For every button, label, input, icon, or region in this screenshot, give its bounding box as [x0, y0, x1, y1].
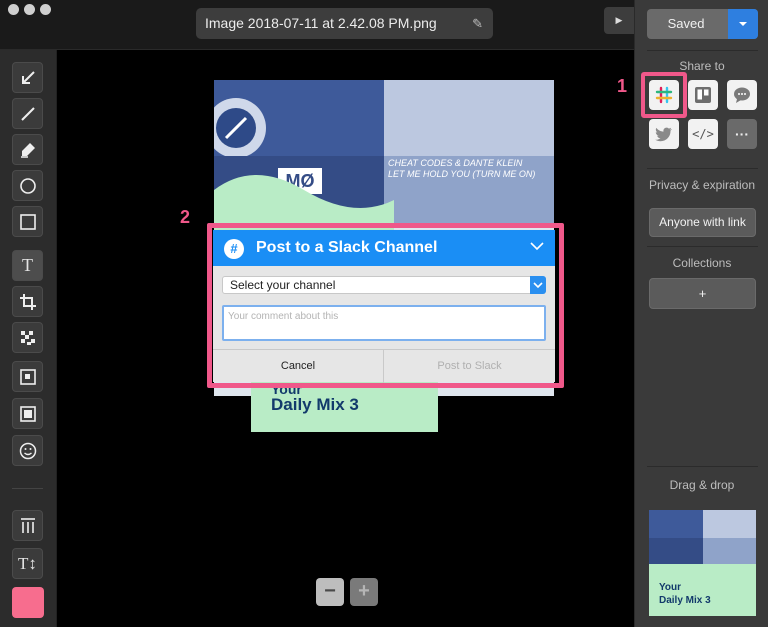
- channel-select[interactable]: Select your channel: [222, 276, 546, 294]
- card-line2: Daily Mix 3: [271, 395, 359, 414]
- caret-down-icon: [739, 22, 747, 26]
- code-icon: </>: [692, 127, 714, 141]
- text-size-tool[interactable]: T↕: [12, 548, 43, 579]
- arrow-tool[interactable]: [12, 62, 43, 93]
- privacy-label: Privacy & expiration: [648, 178, 756, 192]
- comment-placeholder: Your comment about this: [228, 311, 339, 322]
- thumb-tile: [649, 538, 703, 564]
- pixelate-icon: [20, 330, 35, 345]
- arrow-down-left-icon: [21, 70, 35, 84]
- channel-select-value: Select your channel: [230, 278, 336, 292]
- step-marker-2: 2: [180, 207, 191, 227]
- thumb-tile: [703, 538, 756, 564]
- slack-share-button[interactable]: [649, 80, 679, 110]
- frame-icon: [19, 405, 36, 422]
- dialog-footer: Cancel Post to Slack: [213, 349, 555, 383]
- twitter-share-button[interactable]: [649, 119, 679, 149]
- pixelate-tool[interactable]: [12, 322, 43, 353]
- drag-drop-label: Drag & drop: [669, 478, 735, 492]
- dialog-header: # Post to a Slack Channel: [213, 230, 555, 266]
- thumb-line1: Your: [659, 582, 682, 593]
- chat-bubble-icon: [734, 87, 750, 103]
- play-right-icon: ▶: [615, 15, 623, 25]
- panel-toggle-button[interactable]: ▶: [604, 7, 634, 34]
- column-spacing-icon: [20, 517, 35, 533]
- embed-share-button[interactable]: </>: [688, 119, 718, 149]
- pencil-icon[interactable]: ✎: [472, 8, 483, 39]
- rectangle-tool[interactable]: [12, 206, 43, 237]
- twitter-icon: [655, 127, 672, 142]
- step-marker-1: 1: [617, 76, 628, 96]
- chevron-down-icon[interactable]: [529, 238, 545, 254]
- spotlight-tool[interactable]: [12, 361, 43, 392]
- compass-artwork: [214, 98, 266, 158]
- collections-label: Collections: [672, 256, 732, 270]
- thumb-tile: [649, 510, 703, 538]
- smiley-icon: [19, 442, 36, 459]
- line-icon: [20, 106, 35, 121]
- comment-input[interactable]: Your comment about this: [222, 305, 546, 341]
- highlighter-icon: [20, 142, 35, 158]
- highlighter-tool[interactable]: [12, 134, 43, 165]
- dialog-title: Post to a Slack Channel: [256, 239, 438, 256]
- zoom-out-button[interactable]: −: [316, 578, 344, 606]
- tool-bar: T T↕: [0, 50, 57, 627]
- share-panel: Saved Share to </> ··· Privacy & expirat…: [634, 0, 768, 627]
- more-dots-icon: ···: [735, 126, 749, 142]
- slack-icon: [655, 86, 673, 104]
- maximize-window-button[interactable]: [40, 4, 51, 15]
- title-bar: Image 2018-07-11 at 2.42.08 PM.png ✎ ▶: [0, 0, 634, 50]
- cancel-button[interactable]: Cancel: [213, 350, 384, 383]
- panel-divider: [647, 168, 758, 169]
- crop-tool[interactable]: [12, 286, 43, 317]
- panel-divider: [647, 50, 758, 51]
- drag-drop-thumbnail[interactable]: Your Daily Mix 3: [649, 510, 756, 616]
- spacing-tool[interactable]: [12, 510, 43, 541]
- album-tile: [214, 80, 384, 158]
- thumb-tile: [703, 510, 756, 538]
- app-window: Image 2018-07-11 at 2.42.08 PM.png ✎ ▶ T: [0, 0, 768, 627]
- trello-share-button[interactable]: [688, 80, 718, 110]
- crop-icon: [19, 293, 36, 310]
- more-share-button[interactable]: ···: [727, 119, 757, 149]
- post-to-slack-button[interactable]: Post to Slack: [384, 350, 555, 383]
- slack-post-dialog: # Post to a Slack Channel Select your ch…: [213, 230, 555, 383]
- trello-icon: [695, 87, 711, 103]
- close-window-button[interactable]: [8, 4, 19, 15]
- thumb-line2: Daily Mix 3: [659, 595, 711, 606]
- album-tile: [384, 80, 554, 156]
- saved-label: Saved: [667, 16, 705, 31]
- text-tool[interactable]: T: [12, 250, 43, 281]
- green-wave-shape: [214, 175, 394, 230]
- frame-tool[interactable]: [12, 398, 43, 429]
- filename-field[interactable]: Image 2018-07-11 at 2.42.08 PM.png ✎: [196, 8, 493, 39]
- zoom-in-button[interactable]: +: [350, 578, 378, 606]
- square-icon: [19, 213, 36, 230]
- message-share-button[interactable]: [727, 80, 757, 110]
- minimize-window-button[interactable]: [24, 4, 35, 15]
- saved-button[interactable]: Saved: [647, 9, 758, 39]
- text-size-label: T↕: [18, 553, 37, 573]
- ellipse-tool[interactable]: [12, 170, 43, 201]
- add-collection-button[interactable]: +: [649, 278, 756, 309]
- text-tool-label: T: [22, 255, 33, 275]
- select-arrow-icon[interactable]: [530, 276, 546, 294]
- slack-icon: #: [224, 239, 244, 259]
- panel-divider: [647, 466, 758, 467]
- toolbar-divider: [12, 488, 43, 489]
- line-tool[interactable]: [12, 98, 43, 129]
- anyone-with-link-button[interactable]: Anyone with link: [649, 208, 756, 237]
- share-to-label: Share to: [679, 59, 725, 73]
- emoji-tool[interactable]: [12, 435, 43, 466]
- circle-icon: [19, 177, 36, 194]
- color-picker[interactable]: [12, 587, 44, 618]
- spotlight-icon: [19, 368, 36, 385]
- filename-text: Image 2018-07-11 at 2.42.08 PM.png: [205, 15, 437, 31]
- panel-divider: [647, 246, 758, 247]
- saved-dropdown[interactable]: [728, 9, 758, 39]
